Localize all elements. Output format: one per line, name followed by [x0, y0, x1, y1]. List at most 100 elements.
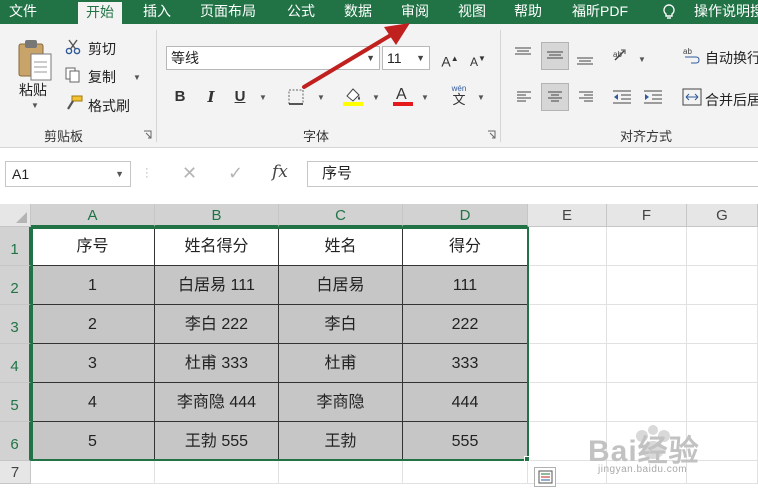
column-header-d[interactable]: D [403, 204, 528, 227]
font-launcher-icon[interactable] [487, 130, 496, 139]
paste-dropdown-icon[interactable]: ▼ [31, 101, 39, 110]
column-header-e[interactable]: E [528, 204, 607, 227]
fill-color-dropdown-icon[interactable]: ▼ [372, 93, 380, 102]
cell-b3[interactable]: 李白 222 [155, 305, 279, 344]
tab-review[interactable]: 审阅 [401, 0, 429, 24]
font-color-dropdown-icon[interactable]: ▼ [421, 93, 429, 102]
empty-cell[interactable] [607, 305, 687, 344]
tab-data[interactable]: 数据 [344, 0, 372, 24]
cell-b2[interactable]: 白居易 111 [155, 266, 279, 305]
cell-a6[interactable]: 5 [31, 422, 155, 461]
middle-align-button[interactable] [541, 42, 569, 70]
empty-cell[interactable] [687, 227, 758, 266]
top-align-icon[interactable] [514, 47, 532, 61]
row-header-7[interactable]: 7 [0, 461, 31, 484]
column-header-a[interactable]: A [31, 204, 155, 227]
empty-cell[interactable] [607, 383, 687, 422]
empty-cell[interactable] [528, 305, 607, 344]
column-header-f[interactable]: F [607, 204, 687, 227]
decrease-indent-icon[interactable] [612, 89, 632, 105]
tab-home[interactable]: 开始 [78, 2, 122, 24]
tab-help[interactable]: 帮助 [514, 0, 542, 24]
format-painter-button[interactable]: 格式刷 [88, 96, 130, 116]
empty-cell[interactable] [607, 344, 687, 383]
cut-button[interactable]: 剪切 [88, 39, 116, 59]
tab-file[interactable]: 文件 [9, 0, 37, 24]
row-header-4[interactable]: 4 [0, 344, 31, 383]
increase-indent-icon[interactable] [643, 89, 663, 105]
tab-formulas[interactable]: 公式 [287, 0, 315, 24]
row-header-3[interactable]: 3 [0, 305, 31, 344]
font-size-select[interactable]: 11 ▼ [382, 46, 430, 70]
font-name-select[interactable]: 等线 ▼ [166, 46, 380, 70]
tell-me-search[interactable]: 操作说明搜 [694, 0, 758, 24]
underline-dropdown-icon[interactable]: ▼ [259, 93, 267, 102]
empty-cell[interactable] [528, 344, 607, 383]
orientation-icon[interactable]: ab [612, 46, 632, 66]
column-header-g[interactable]: G [687, 204, 758, 227]
row-header-5[interactable]: 5 [0, 383, 31, 422]
merge-center-button[interactable]: 合并后居 [705, 90, 758, 110]
cell-a5[interactable]: 4 [31, 383, 155, 422]
tab-view[interactable]: 视图 [458, 0, 486, 24]
formula-input[interactable]: 序号 [307, 161, 758, 187]
empty-cell[interactable] [687, 344, 758, 383]
cell-d2[interactable]: 111 [403, 266, 528, 305]
empty-cell[interactable] [31, 461, 155, 484]
quick-analysis-button[interactable] [534, 467, 556, 487]
empty-cell[interactable] [528, 266, 607, 305]
empty-cell[interactable] [607, 266, 687, 305]
cancel-icon[interactable]: ✕ [182, 163, 197, 184]
clipboard-launcher-icon[interactable] [143, 130, 152, 139]
cell-c1[interactable]: 姓名 [279, 227, 403, 266]
bold-button[interactable]: B [169, 86, 191, 108]
enter-icon[interactable]: ✓ [228, 163, 243, 184]
cell-c4[interactable]: 杜甫 [279, 344, 403, 383]
cell-a4[interactable]: 3 [31, 344, 155, 383]
cell-d4[interactable]: 333 [403, 344, 528, 383]
cell-c3[interactable]: 李白 [279, 305, 403, 344]
phonetic-dropdown-icon[interactable]: ▼ [477, 93, 485, 102]
cell-d1[interactable]: 得分 [403, 227, 528, 266]
empty-cell[interactable] [279, 461, 403, 484]
align-right-icon[interactable] [578, 90, 594, 104]
decrease-font-size-icon[interactable]: A▼ [467, 48, 489, 70]
cell-b6[interactable]: 王勃 555 [155, 422, 279, 461]
phonetic-guide-icon[interactable]: wén 文 [447, 84, 471, 108]
tab-foxit-pdf[interactable]: 福昕PDF [572, 0, 628, 24]
align-center-button[interactable] [541, 83, 569, 111]
column-header-b[interactable]: B [155, 204, 279, 227]
copy-dropdown-icon[interactable]: ▼ [133, 73, 141, 82]
cell-d5[interactable]: 444 [403, 383, 528, 422]
cell-c6[interactable]: 王勃 [279, 422, 403, 461]
cell-c5[interactable]: 李商隐 [279, 383, 403, 422]
tab-page-layout[interactable]: 页面布局 [200, 0, 256, 24]
orientation-dropdown-icon[interactable]: ▼ [638, 55, 646, 64]
tab-insert[interactable]: 插入 [143, 0, 171, 24]
cell-d6[interactable]: 555 [403, 422, 528, 461]
italic-button[interactable]: I [200, 86, 222, 108]
copy-button[interactable]: 复制 [88, 67, 116, 87]
cell-b1[interactable]: 姓名得分 [155, 227, 279, 266]
fill-handle[interactable] [524, 456, 530, 462]
insert-function-icon[interactable]: fx [272, 162, 288, 182]
cell-b4[interactable]: 杜甫 333 [155, 344, 279, 383]
row-header-2[interactable]: 2 [0, 266, 31, 305]
column-header-c[interactable]: C [279, 204, 403, 227]
borders-icon[interactable] [288, 89, 304, 105]
empty-cell[interactable] [528, 227, 607, 266]
fill-color-icon[interactable] [342, 85, 364, 107]
empty-cell[interactable] [155, 461, 279, 484]
cell-a1[interactable]: 序号 [31, 227, 155, 266]
empty-cell[interactable] [687, 383, 758, 422]
align-left-icon[interactable] [516, 90, 532, 104]
empty-cell[interactable] [607, 227, 687, 266]
cell-b5[interactable]: 李商隐 444 [155, 383, 279, 422]
select-all-button[interactable] [0, 204, 31, 227]
bottom-align-icon[interactable] [576, 52, 594, 66]
cell-c2[interactable]: 白居易 [279, 266, 403, 305]
name-box[interactable]: A1 ▼ [5, 161, 131, 187]
formula-bar-grip-icon[interactable]: · · · [145, 164, 149, 183]
paste-button[interactable]: 粘贴 [19, 80, 47, 100]
underline-button[interactable]: U [229, 86, 251, 108]
